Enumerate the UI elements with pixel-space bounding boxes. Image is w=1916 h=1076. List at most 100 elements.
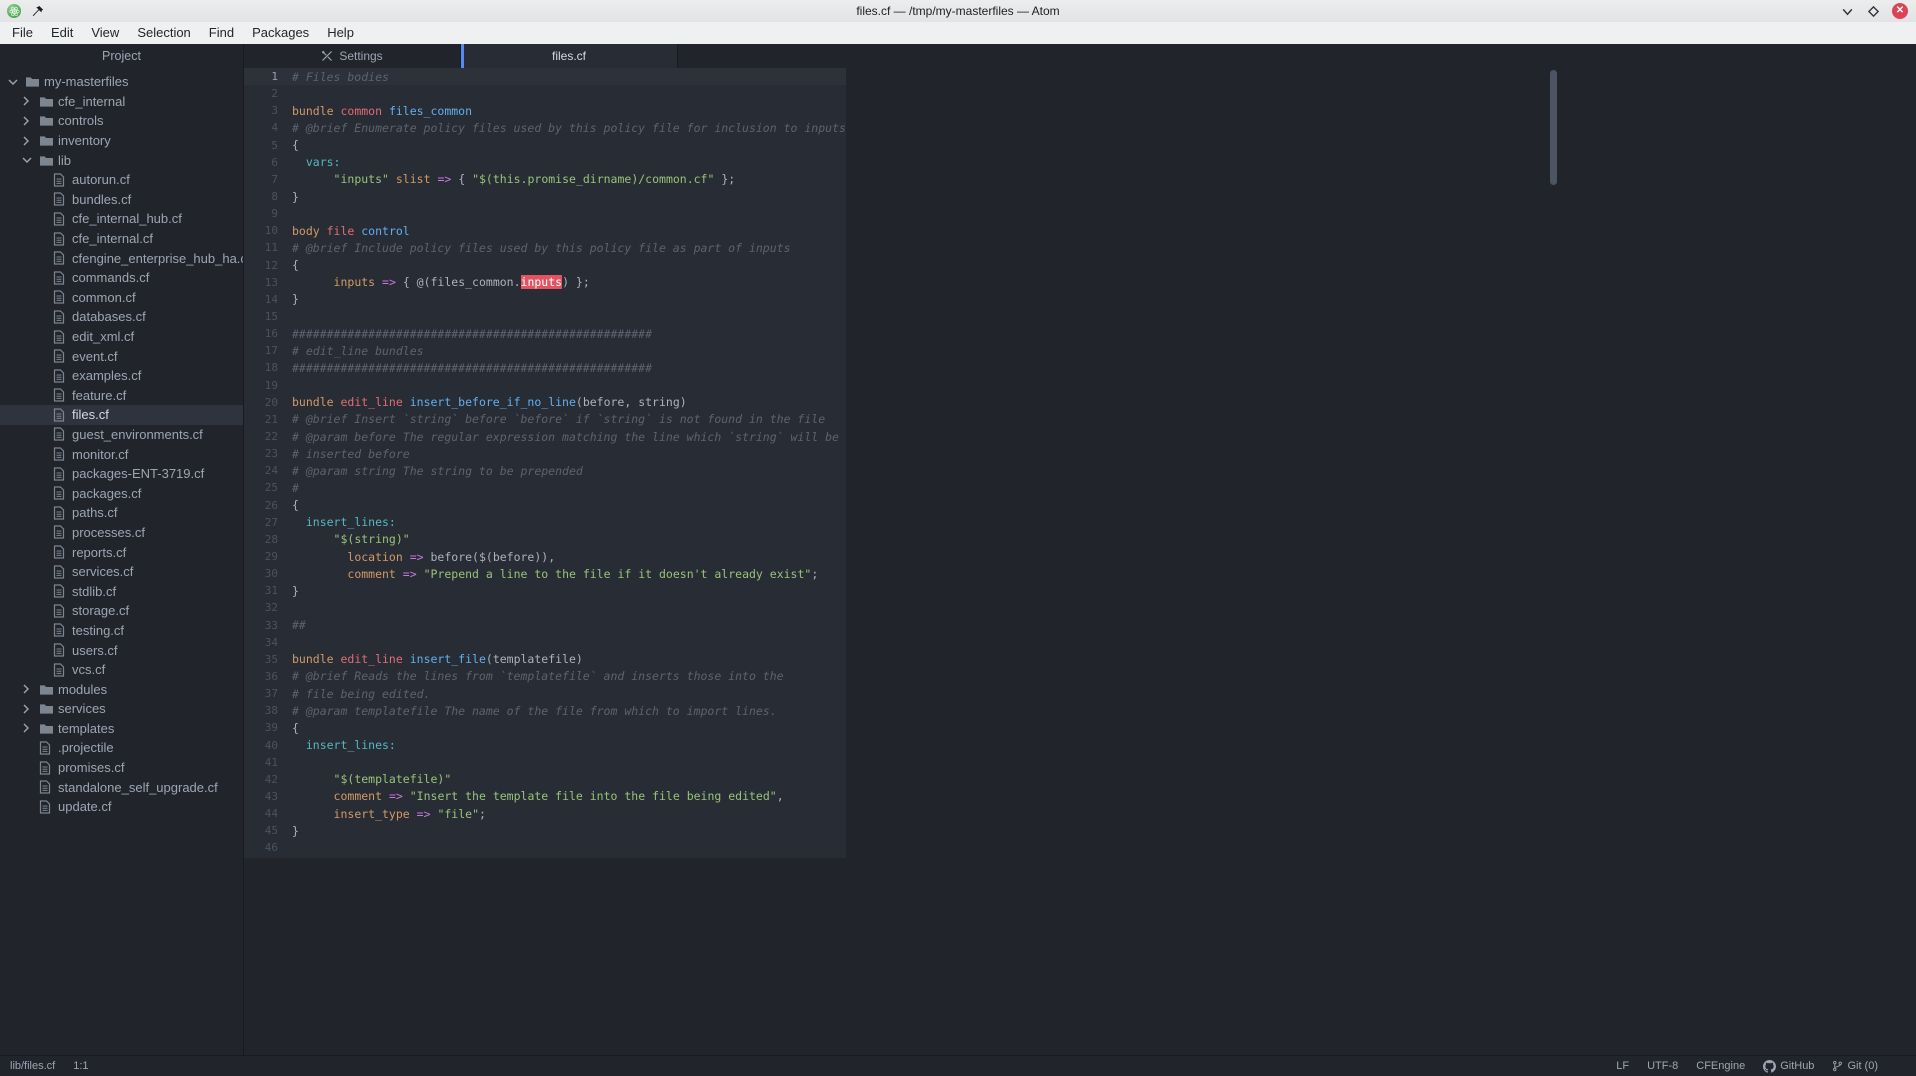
line-number[interactable]: 21 bbox=[244, 413, 278, 426]
tree-item-cfengine_enterprise_hub_ha.cf[interactable]: cfengine_enterprise_hub_ha.cf bbox=[0, 248, 243, 268]
code-line-22[interactable]: 22# @param before The regular expression… bbox=[244, 428, 846, 445]
line-number[interactable]: 18 bbox=[244, 361, 278, 374]
menu-view[interactable]: View bbox=[82, 22, 128, 44]
menu-selection[interactable]: Selection bbox=[128, 22, 199, 44]
code-line-19[interactable]: 19 bbox=[244, 377, 846, 394]
line-number[interactable]: 17 bbox=[244, 344, 278, 357]
status-line-ending[interactable]: LF bbox=[1616, 1060, 1629, 1072]
code-line-45[interactable]: 45} bbox=[244, 822, 846, 839]
line-number[interactable]: 34 bbox=[244, 636, 278, 649]
code-line-35[interactable]: 35bundle edit_line insert_file(templatef… bbox=[244, 651, 846, 668]
line-number[interactable]: 2 bbox=[244, 87, 278, 100]
code-editor[interactable]: 1# Files bodies23bundle common files_com… bbox=[244, 68, 846, 858]
code-line-18[interactable]: 18######################################… bbox=[244, 359, 846, 376]
line-number[interactable]: 15 bbox=[244, 310, 278, 323]
line-number[interactable]: 5 bbox=[244, 139, 278, 152]
code-line-16[interactable]: 16######################################… bbox=[244, 325, 846, 342]
code-line-28[interactable]: 28 "$(string)" bbox=[244, 531, 846, 548]
code-line-14[interactable]: 14} bbox=[244, 291, 846, 308]
code-line-38[interactable]: 38# @param templatefile The name of the … bbox=[244, 702, 846, 719]
code-line-29[interactable]: 29 location => before($(before)), bbox=[244, 548, 846, 565]
line-number[interactable]: 32 bbox=[244, 601, 278, 614]
code-line-11[interactable]: 11# @brief Include policy files used by … bbox=[244, 239, 846, 256]
menu-file[interactable]: File bbox=[3, 22, 42, 44]
code-line-10[interactable]: 10body file control bbox=[244, 222, 846, 239]
tree-item-packages.cf[interactable]: packages.cf bbox=[0, 483, 243, 503]
status-github[interactable]: GitHub bbox=[1763, 1060, 1814, 1073]
close-icon[interactable]: ✕ bbox=[1892, 3, 1908, 19]
minimize-icon[interactable] bbox=[1840, 4, 1855, 19]
tree-item-cfe_internal_hub.cf[interactable]: cfe_internal_hub.cf bbox=[0, 209, 243, 229]
menu-packages[interactable]: Packages bbox=[243, 22, 318, 44]
pin-icon[interactable] bbox=[32, 5, 44, 17]
tree-item-storage.cf[interactable]: storage.cf bbox=[0, 601, 243, 621]
tree-item-cfe_internal.cf[interactable]: cfe_internal.cf bbox=[0, 229, 243, 249]
line-number[interactable]: 44 bbox=[244, 807, 278, 820]
line-number[interactable]: 33 bbox=[244, 619, 278, 632]
code-line-46[interactable]: 46 bbox=[244, 839, 846, 856]
line-number[interactable]: 10 bbox=[244, 224, 278, 237]
tree-item-lib[interactable]: lib bbox=[0, 150, 243, 170]
tree-item-event.cf[interactable]: event.cf bbox=[0, 346, 243, 366]
status-cursor-position[interactable]: 1:1 bbox=[73, 1060, 88, 1072]
line-number[interactable]: 41 bbox=[244, 756, 278, 769]
tree-item-processes.cf[interactable]: processes.cf bbox=[0, 523, 243, 543]
code-line-20[interactable]: 20bundle edit_line insert_before_if_no_l… bbox=[244, 394, 846, 411]
code-line-12[interactable]: 12{ bbox=[244, 257, 846, 274]
code-line-27[interactable]: 27 insert_lines: bbox=[244, 514, 846, 531]
tree-item-reports.cf[interactable]: reports.cf bbox=[0, 542, 243, 562]
tree-item-autorun.cf[interactable]: autorun.cf bbox=[0, 170, 243, 190]
tree-item-controls[interactable]: controls bbox=[0, 111, 243, 131]
line-number[interactable]: 27 bbox=[244, 516, 278, 529]
code-line-4[interactable]: 4# @brief Enumerate policy files used by… bbox=[244, 119, 846, 136]
tree-item-stdlib.cf[interactable]: stdlib.cf bbox=[0, 581, 243, 601]
code-line-42[interactable]: 42 "$(templatefile)" bbox=[244, 771, 846, 788]
code-line-31[interactable]: 31} bbox=[244, 582, 846, 599]
status-encoding[interactable]: UTF-8 bbox=[1647, 1060, 1678, 1072]
tree-item-modules[interactable]: modules bbox=[0, 679, 243, 699]
tree-item-databases.cf[interactable]: databases.cf bbox=[0, 307, 243, 327]
line-number[interactable]: 45 bbox=[244, 824, 278, 837]
line-number[interactable]: 12 bbox=[244, 259, 278, 272]
tree-item-files.cf[interactable]: files.cf bbox=[0, 405, 243, 425]
tree-item-vcs.cf[interactable]: vcs.cf bbox=[0, 660, 243, 680]
tree-item-paths.cf[interactable]: paths.cf bbox=[0, 503, 243, 523]
line-number[interactable]: 13 bbox=[244, 276, 278, 289]
code-line-13[interactable]: 13 inputs => { @(files_common.inputs) }; bbox=[244, 274, 846, 291]
tree-item-update.cf[interactable]: update.cf bbox=[0, 797, 243, 817]
code-line-9[interactable]: 9 bbox=[244, 205, 846, 222]
line-number[interactable]: 8 bbox=[244, 190, 278, 203]
line-number[interactable]: 11 bbox=[244, 241, 278, 254]
tree-item-guest_environments.cf[interactable]: guest_environments.cf bbox=[0, 425, 243, 445]
code-line-24[interactable]: 24# @param string The string to be prepe… bbox=[244, 462, 846, 479]
line-number[interactable]: 9 bbox=[244, 207, 278, 220]
line-number[interactable]: 43 bbox=[244, 790, 278, 803]
line-number[interactable]: 30 bbox=[244, 567, 278, 580]
line-number[interactable]: 29 bbox=[244, 550, 278, 563]
tree-item-inventory[interactable]: inventory bbox=[0, 131, 243, 151]
tree-item-promises.cf[interactable]: promises.cf bbox=[0, 758, 243, 778]
line-number[interactable]: 16 bbox=[244, 327, 278, 340]
code-line-6[interactable]: 6 vars: bbox=[244, 154, 846, 171]
code-line-44[interactable]: 44 insert_type => "file"; bbox=[244, 805, 846, 822]
tree-item-services.cf[interactable]: services.cf bbox=[0, 562, 243, 582]
tree-item-cfe_internal[interactable]: cfe_internal bbox=[0, 92, 243, 112]
status-git[interactable]: Git (0) bbox=[1832, 1060, 1878, 1072]
code-line-2[interactable]: 2 bbox=[244, 85, 846, 102]
line-number[interactable]: 40 bbox=[244, 739, 278, 752]
status-grammar[interactable]: CFEngine bbox=[1696, 1060, 1745, 1072]
code-line-5[interactable]: 5{ bbox=[244, 137, 846, 154]
line-number[interactable]: 38 bbox=[244, 704, 278, 717]
code-line-40[interactable]: 40 insert_lines: bbox=[244, 736, 846, 753]
code-line-8[interactable]: 8} bbox=[244, 188, 846, 205]
tree-item-feature.cf[interactable]: feature.cf bbox=[0, 386, 243, 406]
line-number[interactable]: 19 bbox=[244, 379, 278, 392]
line-number[interactable]: 1 bbox=[244, 70, 278, 83]
code-line-37[interactable]: 37# file being edited. bbox=[244, 685, 846, 702]
menu-help[interactable]: Help bbox=[318, 22, 363, 44]
line-number[interactable]: 20 bbox=[244, 396, 278, 409]
tree-item-packages-ENT-3719.cf[interactable]: packages-ENT-3719.cf bbox=[0, 464, 243, 484]
line-number[interactable]: 46 bbox=[244, 841, 278, 854]
code-line-1[interactable]: 1# Files bodies bbox=[244, 68, 846, 85]
tree-item-.projectile[interactable]: .projectile bbox=[0, 738, 243, 758]
